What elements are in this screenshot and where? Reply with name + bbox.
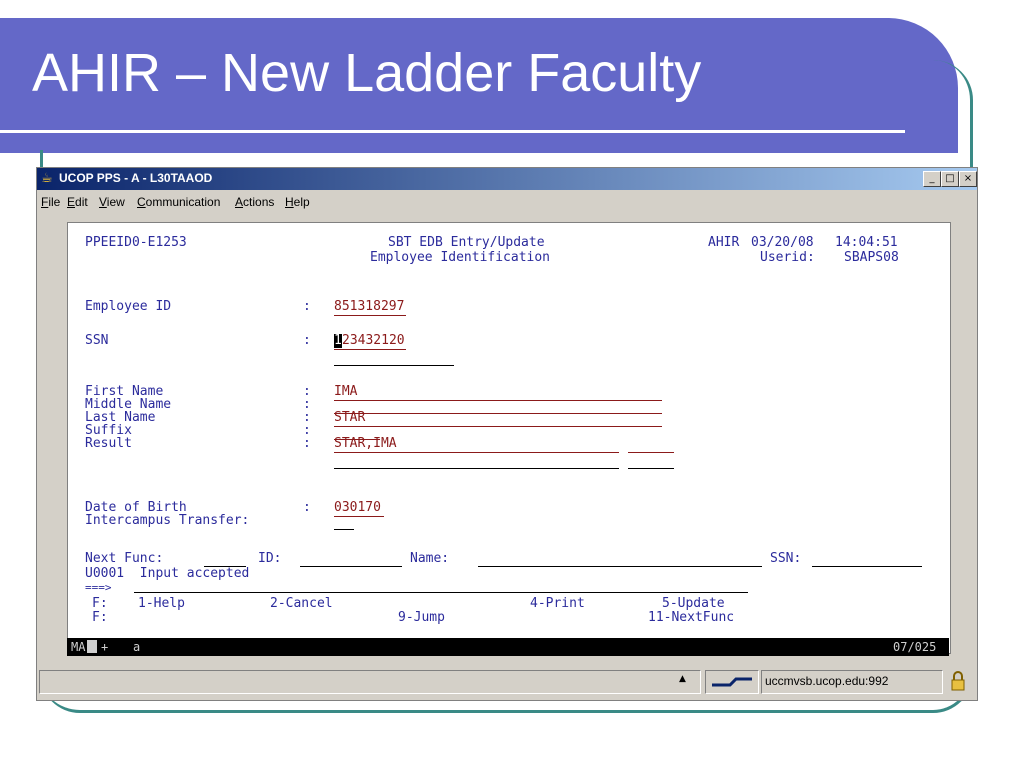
date: 03/20/08 (751, 235, 814, 250)
menu-file[interactable]: File (41, 195, 60, 209)
status-mode: MA (71, 640, 86, 654)
java-cup-icon: ☕ (41, 171, 53, 186)
result-label: Result (85, 436, 132, 451)
scroll-up-icon[interactable]: ▲ (679, 674, 686, 684)
fkey-row2-label: F: (92, 610, 108, 625)
ssn-underline (334, 349, 406, 350)
result-field: STAR,IMA (334, 436, 397, 451)
fkey-jump[interactable]: 9-Jump (398, 611, 445, 625)
menu-view[interactable]: View (99, 195, 125, 209)
host-panel: uccmvsb.ucop.edu:992 (761, 670, 943, 694)
cursor-position: 07/025 (893, 640, 937, 654)
window-titlebar[interactable]: ☕ UCOP PPS - A - L30TAAOD _ □ × (37, 168, 977, 190)
nav-name-label: Name: (410, 551, 450, 566)
text-cursor[interactable]: 1 (334, 334, 342, 348)
command-prompt: ===> (85, 581, 112, 594)
result-line2 (334, 468, 619, 469)
result-suffix-underline (628, 452, 674, 453)
menu-help[interactable]: Help (285, 195, 310, 209)
emulator-window: ☕ UCOP PPS - A - L30TAAOD _ □ × File Edi… (36, 167, 978, 701)
colon: : (303, 333, 311, 348)
fkey-update[interactable]: 5-Update (662, 597, 725, 611)
status-message-panel (39, 670, 701, 694)
employee-id-field[interactable]: 851318297 (334, 300, 404, 314)
nav-ssn-label: SSN: (770, 551, 802, 566)
lock-icon (947, 670, 969, 692)
window-title: UCOP PPS - A - L30TAAOD (59, 171, 213, 185)
intercampus-field[interactable] (334, 529, 354, 530)
menu-bar: File Edit View Communication Actions Hel… (37, 191, 977, 213)
nav-id-field[interactable] (300, 566, 402, 567)
colon: : (303, 500, 311, 515)
status-indicator: a (133, 640, 141, 654)
first-name-underline (334, 400, 662, 401)
menu-actions[interactable]: Actions (235, 195, 274, 209)
maximize-button[interactable]: □ (941, 171, 959, 187)
system-id: AHIR (708, 235, 740, 250)
close-button[interactable]: × (959, 171, 977, 187)
ssn-confirm-field[interactable] (334, 365, 454, 366)
program-id: PPEEID0-E1253 (85, 235, 187, 250)
status-cursor-block (87, 640, 97, 653)
result-underline (334, 452, 619, 453)
host-address: uccmvsb.ucop.edu:992 (765, 674, 889, 688)
ssn-label: SSN (85, 333, 109, 348)
fkey-help[interactable]: 1-Help (138, 597, 185, 611)
terminal-status-bar: MA + a 07/025 (67, 638, 949, 656)
last-name-field[interactable]: STAR (334, 411, 365, 425)
nav-id-label: ID: (258, 551, 282, 566)
screen-heading: SBT EDB Entry/Update (388, 235, 545, 250)
window-status-bar: ▲ uccmvsb.ucop.edu:992 (37, 668, 977, 698)
screen-subheading: Employee Identification (370, 250, 551, 265)
last-name-underline (334, 426, 662, 427)
nav-ssn-field[interactable] (812, 566, 922, 567)
fkey-cancel[interactable]: 2-Cancel (270, 597, 333, 611)
next-func-label: Next Func: (85, 551, 164, 566)
intercampus-label: Intercampus Transfer: (85, 513, 250, 528)
command-field[interactable] (134, 592, 748, 593)
fkey-row1-label: F: (92, 596, 108, 611)
dob-underline (334, 516, 384, 517)
userid: SBAPS08 (844, 250, 899, 265)
message-line: U0001 Input accepted (85, 566, 250, 581)
result-suffix-line2 (628, 468, 674, 469)
terminal-screen[interactable]: PPEEID0-E1253 SBT EDB Entry/Update Emplo… (67, 222, 951, 654)
minimize-button[interactable]: _ (923, 171, 941, 187)
userid-label: Userid: (760, 250, 815, 265)
employee-id-underline (334, 315, 406, 316)
connection-icon (705, 670, 759, 694)
menu-edit[interactable]: Edit (67, 195, 88, 209)
employee-id-label: Employee ID (85, 299, 172, 314)
colon: : (303, 436, 311, 451)
colon: : (303, 299, 311, 314)
fkey-print[interactable]: 4-Print (530, 597, 585, 611)
menu-communication[interactable]: Communication (137, 195, 220, 209)
fkey-nextfunc[interactable]: 11-NextFunc (648, 611, 734, 625)
dob-field[interactable]: 030170 (334, 501, 381, 515)
first-name-field[interactable]: IMA (334, 385, 357, 399)
nav-name-field[interactable] (478, 566, 762, 567)
ssn-field[interactable]: 23432120 (342, 334, 405, 348)
status-plus: + (101, 640, 109, 654)
time: 14:04:51 (835, 235, 898, 250)
middle-name-field[interactable] (334, 413, 662, 414)
